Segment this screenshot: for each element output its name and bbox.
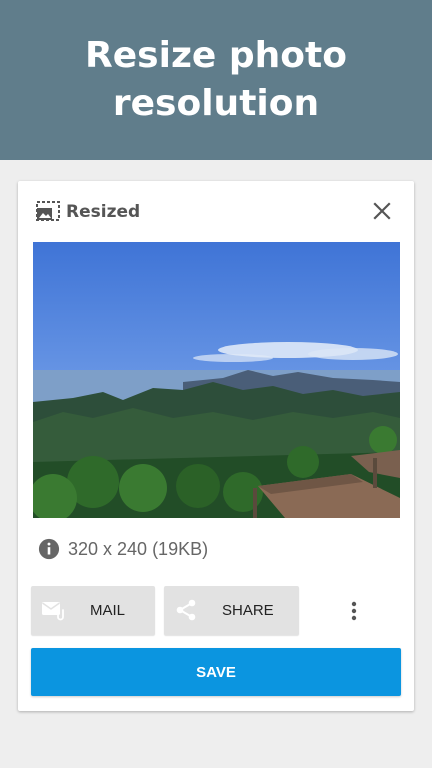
mail-label: MAIL — [90, 602, 126, 619]
header-title: Resize photo resolution — [85, 35, 347, 124]
save-label: SAVE — [196, 663, 236, 681]
resized-photo — [33, 242, 400, 518]
info-icon — [38, 538, 60, 560]
resize-image-icon — [36, 201, 60, 221]
app-header: Resize photo resolution — [0, 0, 432, 160]
image-info: 320 x 240 (19KB) — [38, 537, 208, 561]
image-dimensions: 320 x 240 (19KB) — [68, 538, 209, 559]
resized-result-card: Resized 320 x 240 (19KB) MAIL SHARE SAVE — [18, 181, 414, 711]
mail-attachment-icon — [42, 602, 64, 621]
share-button[interactable]: SHARE — [164, 586, 299, 635]
close-icon[interactable] — [370, 199, 394, 223]
save-button[interactable]: SAVE — [31, 648, 401, 696]
mail-button[interactable]: MAIL — [31, 586, 155, 635]
card-header: Resized — [18, 181, 414, 241]
more-vertical-icon[interactable] — [340, 597, 368, 625]
share-label: SHARE — [222, 602, 274, 619]
card-title: Resized — [66, 202, 141, 222]
share-icon — [176, 599, 196, 621]
